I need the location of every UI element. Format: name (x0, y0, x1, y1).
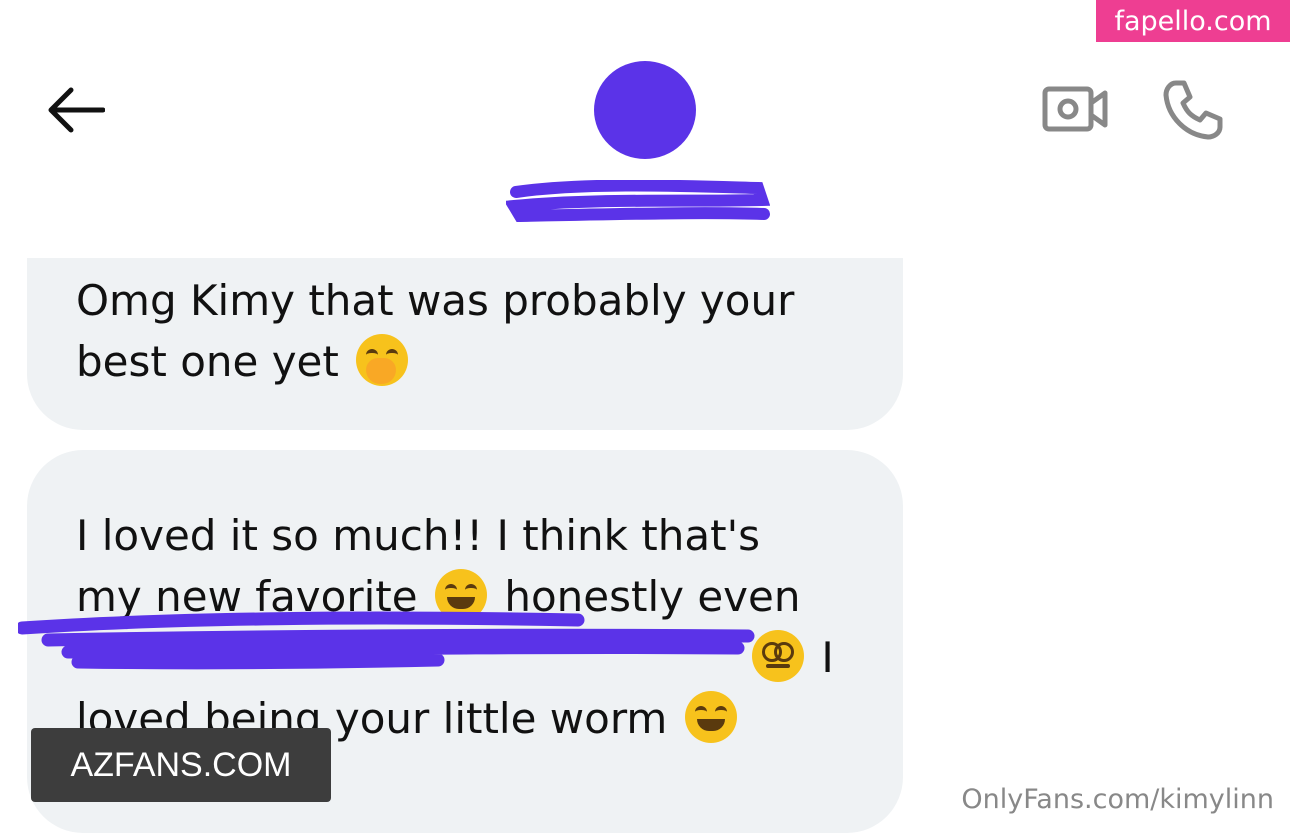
message-line: I loved it so much!! I think that's (76, 511, 760, 560)
text-redaction (18, 611, 755, 670)
message-bubble[interactable]: Omg Kimy that was probably your best one… (27, 258, 903, 430)
name-redaction (506, 180, 770, 222)
arrow-left-icon (48, 87, 105, 133)
message-line-text: I (821, 633, 834, 682)
video-call-button[interactable] (1038, 80, 1112, 138)
hand-over-mouth-emoji-icon (356, 334, 409, 386)
message-text: Omg Kimy that was probably your best one… (76, 270, 876, 392)
laughing-emoji-icon (684, 691, 737, 743)
chat-header: fapello.com (0, 0, 1290, 250)
fapello-badge: fapello.com (1096, 0, 1290, 42)
dizzy-face-emoji-icon (752, 630, 804, 682)
message-line: best one yet (76, 331, 876, 392)
onlyfans-watermark: OnlyFans.com/kimylinn (961, 784, 1274, 815)
azfans-watermark: AZFANS.COM (31, 728, 331, 802)
video-camera-icon (1042, 86, 1108, 132)
message-line-text: best one yet (76, 337, 339, 386)
avatar[interactable] (594, 61, 696, 159)
phone-icon (1163, 80, 1223, 140)
message-line: Omg Kimy that was probably your (76, 276, 795, 325)
phone-call-button[interactable] (1160, 78, 1226, 142)
back-button[interactable] (40, 80, 110, 140)
